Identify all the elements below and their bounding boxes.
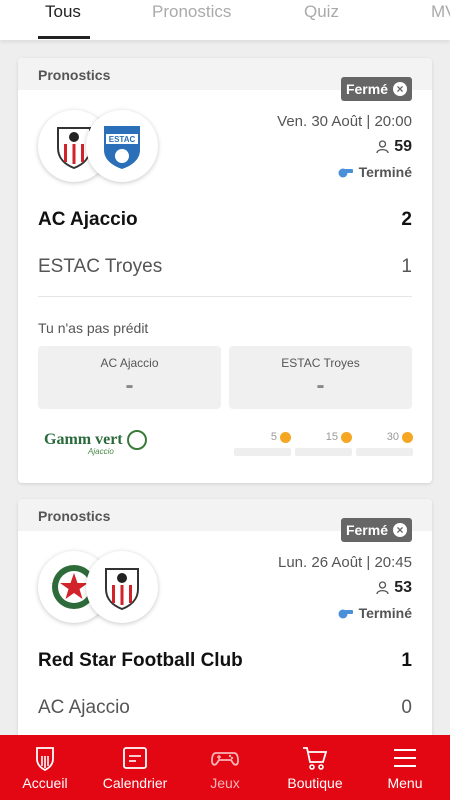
tier-value: 30 — [386, 431, 399, 443]
nav-label: Jeux — [210, 775, 240, 791]
tab-mvp[interactable]: MV — [431, 2, 450, 22]
participants-value: 53 — [394, 579, 412, 596]
bottom-nav-bar: Accueil Calendrier Jeux Boutique Menu — [0, 735, 450, 800]
tier-bar — [295, 448, 352, 456]
user-icon — [376, 140, 389, 154]
troyes-crest-icon: ESTAC — [104, 126, 140, 169]
tier-bar — [234, 448, 291, 456]
away-team-row: AC Ajaccio 0 — [38, 697, 412, 719]
whistle-icon — [338, 609, 353, 619]
tab-pronostics[interactable]: Pronostics — [152, 2, 231, 22]
coin-icon — [402, 431, 413, 443]
home-team-score: 1 — [401, 650, 412, 671]
whistle-icon — [338, 168, 353, 178]
status-badge: Fermé × — [340, 518, 412, 542]
nav-boutique[interactable]: Boutique — [270, 735, 360, 800]
reward-tier: 5 — [234, 431, 291, 456]
svg-text:ESTAC: ESTAC — [109, 135, 136, 144]
top-tab-bar: Tous Pronostics Quiz MV — [0, 0, 450, 40]
tier-value: 15 — [325, 431, 338, 443]
home-team-name: Red Star Football Club — [38, 650, 243, 671]
home-team-row: Red Star Football Club 1 — [38, 650, 412, 672]
divider — [38, 296, 412, 297]
prediction-away-value: - — [316, 372, 325, 399]
prediction-card[interactable]: Pronostics Fermé × Lun. 26 Août | 20:45 … — [18, 499, 432, 759]
match-state: Terminé — [337, 605, 412, 621]
sponsor-logo[interactable]: Gamm vert Ajaccio — [44, 430, 147, 456]
nav-label: Accueil — [22, 775, 68, 791]
away-team-score: 1 — [401, 256, 412, 277]
nav-label: Boutique — [287, 775, 343, 791]
prediction-home-value: - — [125, 372, 134, 399]
away-team-logo: ESTAC — [86, 110, 158, 182]
sponsor-subtitle: Ajaccio — [88, 447, 114, 456]
match-date: Lun. 26 Août | 20:45 — [277, 554, 412, 571]
reward-tier: 30 — [356, 431, 413, 456]
match-date: Ven. 30 Août | 20:00 — [277, 113, 412, 130]
nav-menu[interactable]: Menu — [360, 735, 450, 800]
match-state-label: Terminé — [358, 164, 412, 180]
coin-icon — [341, 431, 352, 443]
home-team-score: 2 — [401, 209, 412, 230]
home-team-row: AC Ajaccio 2 — [38, 209, 412, 231]
menu-icon — [394, 749, 416, 767]
coin-icon — [280, 431, 291, 443]
home-icon — [36, 747, 54, 771]
no-prediction-text: Tu n'as pas prédit — [38, 320, 149, 336]
away-team-score: 0 — [401, 697, 412, 718]
tab-tous[interactable]: Tous — [45, 2, 81, 22]
nav-label: Menu — [387, 775, 423, 791]
leaf-icon — [126, 430, 147, 450]
home-team-name: AC Ajaccio — [38, 209, 138, 230]
tier-bar — [356, 448, 413, 456]
ajaccio-crest-icon — [105, 568, 139, 611]
cart-icon — [303, 747, 328, 770]
user-icon — [376, 581, 389, 595]
nav-jeux[interactable]: Jeux — [180, 735, 270, 800]
participants-count: 59 — [376, 138, 412, 156]
participants-count: 53 — [376, 579, 412, 597]
match-state-label: Terminé — [358, 605, 412, 621]
away-team-logo — [86, 551, 158, 623]
calendar-icon — [123, 747, 147, 769]
match-state: Terminé — [337, 164, 412, 180]
gamepad-icon — [211, 752, 239, 766]
away-team-name: AC Ajaccio — [38, 697, 130, 718]
prediction-home-label: AC Ajaccio — [100, 356, 159, 370]
tab-quiz[interactable]: Quiz — [304, 2, 339, 22]
close-icon: × — [393, 523, 407, 537]
away-team-name: ESTAC Troyes — [38, 256, 163, 277]
tier-value: 5 — [270, 431, 277, 443]
status-label: Fermé — [345, 81, 388, 97]
participants-value: 59 — [394, 138, 412, 155]
prediction-card[interactable]: Pronostics Fermé × ESTAC Ven. 30 Août | … — [18, 58, 432, 483]
nav-label: Calendrier — [102, 775, 168, 791]
close-icon: × — [393, 82, 407, 96]
nav-accueil[interactable]: Accueil — [0, 735, 90, 800]
away-team-row: ESTAC Troyes 1 — [38, 256, 412, 278]
status-badge: Fermé × — [340, 77, 412, 101]
prediction-box-away[interactable]: ESTAC Troyes - — [229, 346, 412, 409]
nav-calendrier[interactable]: Calendrier — [90, 735, 180, 800]
status-label: Fermé — [345, 522, 388, 538]
reward-tier: 15 — [295, 431, 352, 456]
prediction-away-label: ESTAC Troyes — [281, 356, 360, 370]
active-tab-indicator — [38, 36, 90, 39]
prediction-box-home[interactable]: AC Ajaccio - — [38, 346, 221, 409]
